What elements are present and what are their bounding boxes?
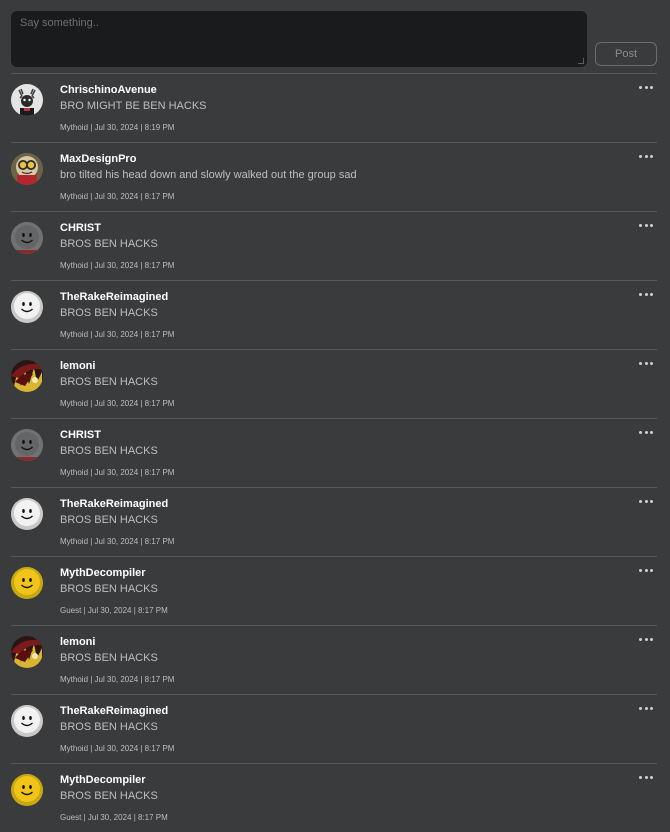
comment-author[interactable]: CHRIST: [60, 222, 101, 234]
comment-item: CHRIST BROS BEN HACKS Mythoid | Jul 30, …: [11, 418, 657, 487]
comment-item: TheRakeReimagined BROS BEN HACKS Mythoid…: [11, 280, 657, 349]
comment-meta: Mythoid | Jul 30, 2024 | 8:17 PM: [60, 468, 175, 477]
avatar[interactable]: [11, 774, 43, 806]
more-options-icon[interactable]: [639, 221, 653, 229]
comment-meta: Mythoid | Jul 30, 2024 | 8:17 PM: [60, 399, 175, 408]
comment-item: lemoni BROS BEN HACKS Mythoid | Jul 30, …: [11, 349, 657, 418]
comment-role: Mythoid: [60, 468, 89, 477]
comment-author[interactable]: MythDecompiler: [60, 774, 146, 786]
comment-item: MythDecompiler BROS BEN HACKS Guest | Ju…: [11, 556, 657, 625]
avatar[interactable]: [11, 705, 43, 737]
resize-handle[interactable]: [578, 58, 584, 64]
comment-timestamp: Jul 30, 2024 | 8:17 PM: [94, 399, 175, 408]
comment-input[interactable]: [12, 12, 586, 66]
comment-author[interactable]: MaxDesignPro: [60, 153, 136, 165]
comment-text: BROS BEN HACKS: [60, 376, 158, 388]
post-button[interactable]: Post: [595, 42, 657, 66]
avatar[interactable]: [11, 429, 43, 461]
comment-item: MythDecompiler BROS BEN HACKS Guest | Ju…: [11, 763, 657, 832]
comment-author[interactable]: TheRakeReimagined: [60, 498, 168, 510]
comment-role: Mythoid: [60, 537, 89, 546]
comment-role: Guest: [60, 606, 82, 615]
comment-item: MaxDesignPro bro tilted his head down an…: [11, 142, 657, 211]
comment-author[interactable]: CHRIST: [60, 429, 101, 441]
comment-meta: Mythoid | Jul 30, 2024 | 8:17 PM: [60, 261, 175, 270]
avatar[interactable]: [11, 567, 43, 599]
comment-meta: Mythoid | Jul 30, 2024 | 8:17 PM: [60, 537, 175, 546]
comment-timestamp: Jul 30, 2024 | 8:17 PM: [94, 192, 175, 201]
comment-item: lemoni BROS BEN HACKS Mythoid | Jul 30, …: [11, 625, 657, 694]
more-options-icon[interactable]: [639, 290, 653, 298]
comment-text: BRO MIGHT BE BEN HACKS: [60, 100, 207, 112]
comment-role: Mythoid: [60, 192, 89, 201]
comment-text: BROS BEN HACKS: [60, 652, 158, 664]
comment-meta: Mythoid | Jul 30, 2024 | 8:19 PM: [60, 123, 175, 132]
comment-timestamp: Jul 30, 2024 | 8:17 PM: [87, 813, 168, 822]
comment-composer[interactable]: [11, 11, 587, 67]
comment-meta: Mythoid | Jul 30, 2024 | 8:17 PM: [60, 192, 175, 201]
comment-item: TheRakeReimagined BROS BEN HACKS Mythoid…: [11, 694, 657, 763]
more-options-icon[interactable]: [639, 359, 653, 367]
more-options-icon[interactable]: [639, 773, 653, 781]
comment-timestamp: Jul 30, 2024 | 8:17 PM: [94, 675, 175, 684]
comment-meta: Guest | Jul 30, 2024 | 8:17 PM: [60, 606, 168, 615]
comment-author[interactable]: lemoni: [60, 360, 95, 372]
comment-timestamp: Jul 30, 2024 | 8:19 PM: [94, 123, 175, 132]
more-options-icon[interactable]: [639, 566, 653, 574]
comment-role: Mythoid: [60, 675, 89, 684]
comment-text: BROS BEN HACKS: [60, 238, 158, 250]
comment-role: Mythoid: [60, 399, 89, 408]
comment-role: Mythoid: [60, 330, 89, 339]
comment-text: BROS BEN HACKS: [60, 445, 158, 457]
comment-timestamp: Jul 30, 2024 | 8:17 PM: [94, 537, 175, 546]
comment-item: CHRIST BROS BEN HACKS Mythoid | Jul 30, …: [11, 211, 657, 280]
comment-text: BROS BEN HACKS: [60, 790, 158, 802]
more-options-icon[interactable]: [639, 497, 653, 505]
avatar[interactable]: [11, 360, 43, 392]
comment-role: Mythoid: [60, 744, 89, 753]
comment-meta: Guest | Jul 30, 2024 | 8:17 PM: [60, 813, 168, 822]
comment-author[interactable]: MythDecompiler: [60, 567, 146, 579]
comment-role: Mythoid: [60, 261, 89, 270]
comment-timestamp: Jul 30, 2024 | 8:17 PM: [94, 468, 175, 477]
avatar[interactable]: [11, 222, 43, 254]
comment-meta: Mythoid | Jul 30, 2024 | 8:17 PM: [60, 744, 175, 753]
more-options-icon[interactable]: [639, 83, 653, 91]
avatar[interactable]: [11, 636, 43, 668]
more-options-icon[interactable]: [639, 152, 653, 160]
comment-meta: Mythoid | Jul 30, 2024 | 8:17 PM: [60, 330, 175, 339]
comment-meta: Mythoid | Jul 30, 2024 | 8:17 PM: [60, 675, 175, 684]
comment-list: ChrischinoAvenue BRO MIGHT BE BEN HACKS …: [11, 73, 657, 832]
comment-author[interactable]: TheRakeReimagined: [60, 705, 168, 717]
comment-text: BROS BEN HACKS: [60, 307, 158, 319]
comment-item: TheRakeReimagined BROS BEN HACKS Mythoid…: [11, 487, 657, 556]
more-options-icon[interactable]: [639, 635, 653, 643]
avatar[interactable]: [11, 153, 43, 185]
comment-author[interactable]: lemoni: [60, 636, 95, 648]
comment-author[interactable]: TheRakeReimagined: [60, 291, 168, 303]
comment-timestamp: Jul 30, 2024 | 8:17 PM: [94, 330, 175, 339]
comment-text: BROS BEN HACKS: [60, 583, 158, 595]
comment-timestamp: Jul 30, 2024 | 8:17 PM: [94, 744, 175, 753]
comment-text: BROS BEN HACKS: [60, 721, 158, 733]
comment-item: ChrischinoAvenue BRO MIGHT BE BEN HACKS …: [11, 73, 657, 142]
comment-role: Mythoid: [60, 123, 89, 132]
comment-text: bro tilted his head down and slowly walk…: [60, 169, 357, 181]
more-options-icon[interactable]: [639, 428, 653, 436]
avatar[interactable]: [11, 498, 43, 530]
avatar[interactable]: [11, 291, 43, 323]
comment-text: BROS BEN HACKS: [60, 514, 158, 526]
comment-timestamp: Jul 30, 2024 | 8:17 PM: [87, 606, 168, 615]
comment-author[interactable]: ChrischinoAvenue: [60, 84, 157, 96]
comment-timestamp: Jul 30, 2024 | 8:17 PM: [94, 261, 175, 270]
comment-role: Guest: [60, 813, 82, 822]
more-options-icon[interactable]: [639, 704, 653, 712]
avatar[interactable]: [11, 84, 43, 116]
